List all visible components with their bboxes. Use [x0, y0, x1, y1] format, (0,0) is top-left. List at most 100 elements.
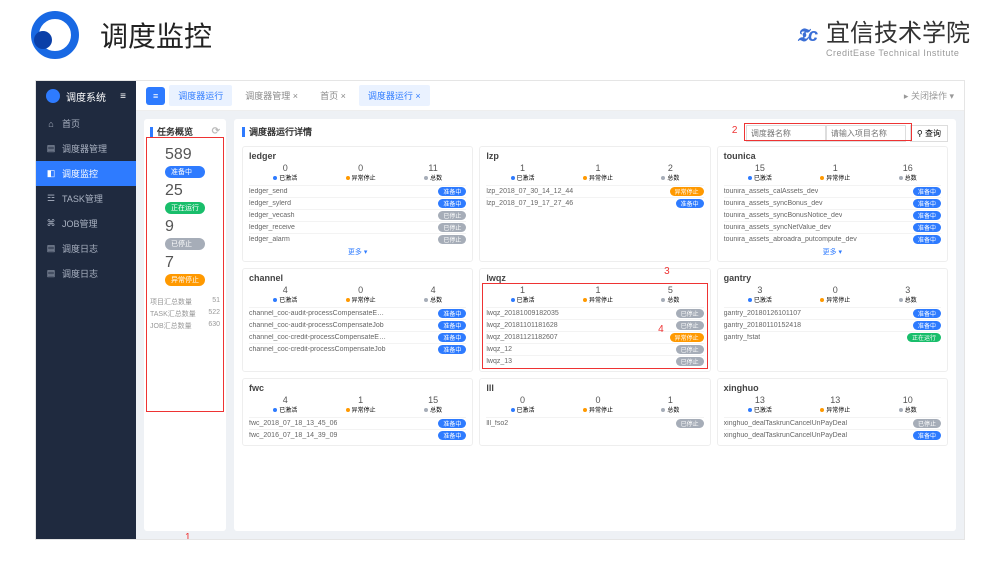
- more-link[interactable]: 更多 ▾: [724, 245, 941, 257]
- card-stat: 4已激活: [273, 285, 297, 304]
- nav-label: 调度监控: [62, 167, 98, 180]
- scheduler-card: channel 4已激活0异常停止4总数 channel_coc-audit-p…: [242, 268, 473, 372]
- task-row[interactable]: channel_coc-credit-processCompensateEmai…: [249, 331, 466, 343]
- card-stat: 2总数: [661, 163, 679, 182]
- scheduler-card: fwc 4已激活1异常停止15总数 fwc_2018_07_18_13_45_0…: [242, 378, 473, 446]
- sidebar-item-6[interactable]: ▤调度日志: [36, 261, 136, 286]
- task-row[interactable]: lwqz_20181009182035已停止: [486, 307, 703, 319]
- marker-3: 3: [664, 266, 670, 277]
- task-row[interactable]: lwqz_13已停止: [486, 355, 703, 367]
- nav-icon: ▤: [46, 243, 56, 254]
- menu-toggle-icon[interactable]: ≡: [120, 91, 126, 102]
- card-stat: 4总数: [424, 285, 442, 304]
- nav-icon: ⌂: [46, 119, 56, 129]
- card-title: lll: [486, 383, 703, 393]
- search-project[interactable]: [826, 125, 906, 142]
- sidebar-item-3[interactable]: ☲TASK管理: [36, 186, 136, 211]
- tab-1[interactable]: 调度器运行: [169, 85, 232, 106]
- overview-number: 25: [165, 182, 205, 200]
- card-stat: 13异常停止: [820, 395, 850, 414]
- scheduler-card: lwqz 1已激活1异常停止5总数 lwqz_20181009182035已停止…: [479, 268, 710, 372]
- org-logo-icon: 𝕿c: [797, 25, 818, 46]
- task-row[interactable]: gantry_fstat正在运行: [724, 331, 941, 343]
- task-row[interactable]: lwqz_12已停止: [486, 343, 703, 355]
- card-stat: 0已激活: [273, 163, 297, 182]
- task-row[interactable]: ledger_alarm已停止: [249, 233, 466, 245]
- logo-icon: [30, 10, 80, 60]
- sidebar-item-5[interactable]: ▤调度日志: [36, 236, 136, 261]
- org-name-en: CreditEase Technical Institute: [826, 48, 970, 58]
- task-row[interactable]: channel_coc-audit-processCompensateEmail…: [249, 307, 466, 319]
- sidebar-item-4[interactable]: ⌘JOB管理: [36, 211, 136, 236]
- sidebar-item-0[interactable]: ⌂首页: [36, 111, 136, 136]
- tab-home-icon[interactable]: ≡: [146, 87, 165, 105]
- close-action[interactable]: ▸ 关闭操作 ▾: [904, 89, 954, 102]
- stat-row: TASK汇总数量522: [150, 308, 220, 320]
- stat-row: JOB汇总数量630: [150, 320, 220, 332]
- card-stat: 15已激活: [748, 163, 772, 182]
- nav-icon: ◧: [46, 168, 56, 179]
- scheduler-card: xinghuo 13已激活13异常停止10总数 xinghuo_dealTask…: [717, 378, 948, 446]
- detail-title: 调度器运行详情: [242, 125, 312, 138]
- task-row[interactable]: tounira_assets_calAssets_dev准备中: [724, 185, 941, 197]
- overview-badge: 正在运行: [165, 202, 205, 214]
- org-name-cn: 宜信技术学院: [826, 13, 970, 48]
- task-row[interactable]: ledger_vecash已停止: [249, 209, 466, 221]
- scheduler-card: gantry 3已激活0异常停止3总数 gantry_2018012610110…: [717, 268, 948, 372]
- search-scheduler[interactable]: [746, 125, 826, 142]
- brand-text: 调度系统: [66, 89, 106, 104]
- task-row[interactable]: channel_coc-credit-processCompensateJob准…: [249, 343, 466, 355]
- sidebar-brand[interactable]: 调度系统 ≡: [36, 81, 136, 111]
- tab-3[interactable]: 首页 ×: [311, 85, 355, 106]
- scheduler-card: tounica 15已激活1异常停止16总数 tounira_assets_ca…: [717, 146, 948, 262]
- brand-dot-icon: [46, 89, 60, 103]
- task-row[interactable]: ledger_receive已停止: [249, 221, 466, 233]
- task-row[interactable]: gantry_20180126101107准备中: [724, 307, 941, 319]
- marker-1: 1: [185, 532, 191, 539]
- task-row[interactable]: lwqz_20181101181628已停止: [486, 319, 703, 331]
- task-row[interactable]: tounira_assets_syncBonus_dev准备中: [724, 197, 941, 209]
- task-row[interactable]: lzp_2018_07_30_14_12_44异常停止: [486, 185, 703, 197]
- refresh-icon[interactable]: ⟳: [212, 126, 220, 137]
- card-stat: 0异常停止: [820, 285, 850, 304]
- nav-icon: ▤: [46, 143, 56, 154]
- overview-panel: 任务概览 ⟳ 589 准备中25 正在运行9 已停止7 异常停止 项目汇总数量5…: [144, 119, 226, 531]
- nav-label: TASK管理: [62, 192, 103, 205]
- task-row[interactable]: lzp_2018_07_19_17_27_46准备中: [486, 197, 703, 209]
- task-row[interactable]: tounira_assets_abroadra_putcompute_dev准备…: [724, 233, 941, 245]
- card-stat: 1总数: [661, 395, 679, 414]
- page-title: 调度监控: [100, 15, 212, 55]
- card-stat: 1已激活: [511, 285, 535, 304]
- card-stat: 1异常停止: [820, 163, 850, 182]
- card-stat: 0异常停止: [346, 285, 376, 304]
- card-stat: 0已激活: [511, 395, 535, 414]
- task-row[interactable]: xinghuo_dealTaskrunCancelUnPayDeal已停止: [724, 417, 941, 429]
- card-stat: 1已激活: [511, 163, 535, 182]
- overview-stats: 项目汇总数量51TASK汇总数量522JOB汇总数量630: [150, 296, 220, 332]
- task-row[interactable]: ledger_send准备中: [249, 185, 466, 197]
- search-group: ⚲ 查询 2: [746, 125, 948, 142]
- nav-label: JOB管理: [62, 217, 98, 230]
- card-stat: 10总数: [899, 395, 917, 414]
- task-row[interactable]: channel_coc-audit-processCompensateJob准备…: [249, 319, 466, 331]
- task-row[interactable]: xinghuo_dealTaskrunCancelUnPayDeal准备中: [724, 429, 941, 441]
- search-button[interactable]: ⚲ 查询: [910, 125, 948, 142]
- task-row[interactable]: tounira_assets_syncBonusNotice_dev准备中: [724, 209, 941, 221]
- task-row[interactable]: gantry_20180110152418准备中: [724, 319, 941, 331]
- sidebar-item-2[interactable]: ◧ 调度监控: [36, 161, 136, 186]
- sidebar-item-1[interactable]: ▤调度器管理: [36, 136, 136, 161]
- tab-2[interactable]: 调度器管理 ×: [236, 85, 307, 106]
- card-stat: 13已激活: [748, 395, 772, 414]
- task-row[interactable]: fwc_2018_07_18_13_45_06准备中: [249, 417, 466, 429]
- tab-4[interactable]: 调度器运行 ×: [359, 85, 430, 106]
- task-row[interactable]: lwqz_20181121182607异常停止: [486, 331, 703, 343]
- detail-panel: 调度器运行详情 ⚲ 查询 2 ledger 0已激活0异常停止11总数 ledg…: [234, 119, 956, 531]
- task-row[interactable]: fwc_2016_07_18_14_39_09准备中: [249, 429, 466, 441]
- more-link[interactable]: 更多 ▾: [249, 245, 466, 257]
- nav-icon: ▤: [46, 268, 56, 279]
- page-header: 调度监控 𝕿c 宜信技术学院 CreditEase Technical Inst…: [0, 0, 1000, 70]
- task-row[interactable]: ledger_sylerd准备中: [249, 197, 466, 209]
- stat-row: 项目汇总数量51: [150, 296, 220, 308]
- task-row[interactable]: tounira_assets_syncNetValue_dev准备中: [724, 221, 941, 233]
- task-row[interactable]: lll_fso2已停止: [486, 417, 703, 429]
